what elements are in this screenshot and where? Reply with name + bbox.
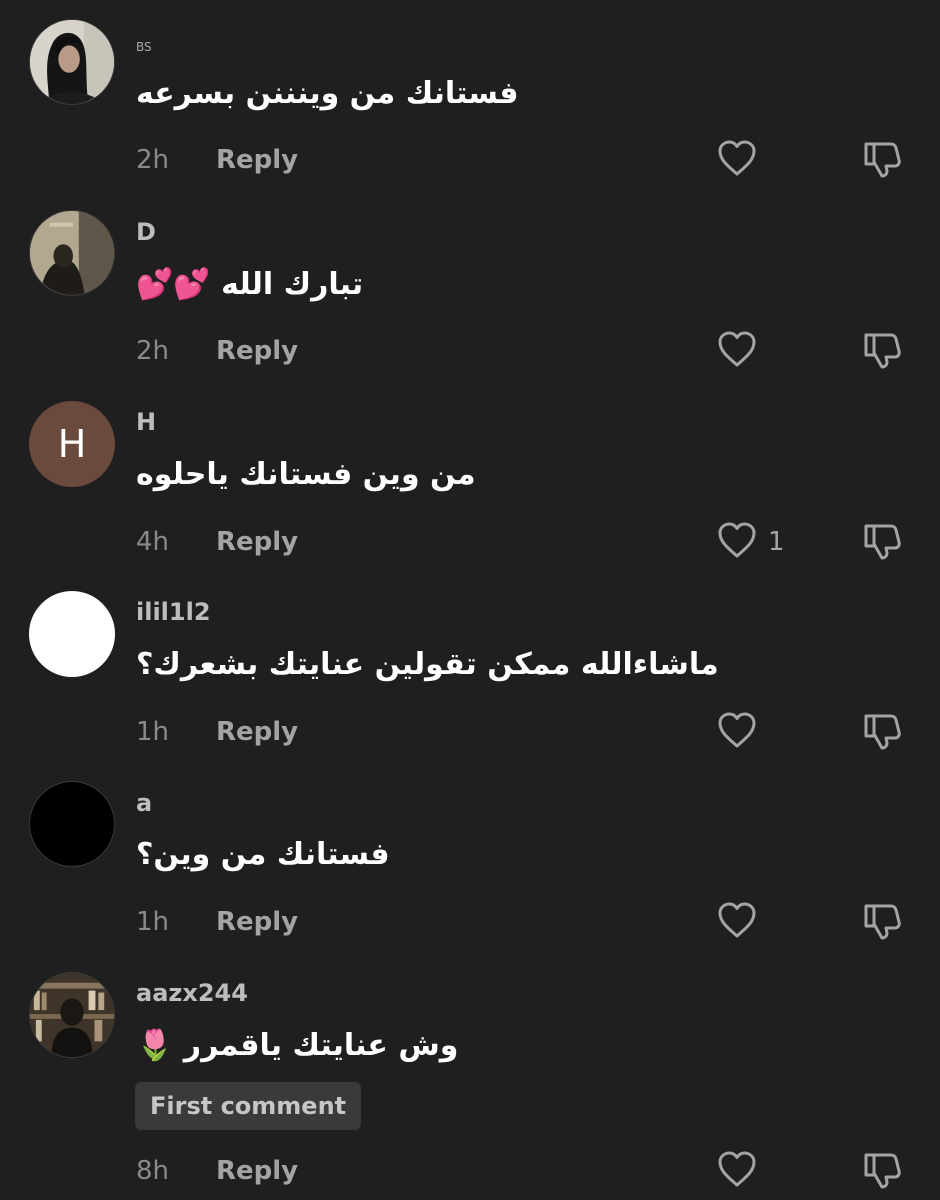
- reply-button[interactable]: Reply: [216, 526, 298, 558]
- comment-username[interactable]: D: [136, 218, 156, 246]
- comment-text: وش عنايتك ياقمرر 🌷: [136, 1028, 459, 1063]
- comment-text: تبارك الله 💕💕: [136, 267, 364, 302]
- heart-outline-icon: [716, 138, 758, 182]
- dislike-button[interactable]: [860, 520, 904, 564]
- like-count: 1: [768, 527, 785, 557]
- heart-outline-icon: [716, 1149, 758, 1193]
- heart-outline-icon: [716, 329, 758, 373]
- avatar[interactable]: [29, 972, 115, 1058]
- avatar[interactable]: [29, 781, 115, 867]
- thumbs-down-outline-icon: [860, 142, 904, 186]
- comment-text: ماشاءالله ممكن تقولين عنايتك بشعرك؟: [136, 647, 719, 682]
- dislike-button[interactable]: [860, 710, 904, 754]
- comment-time: 2h: [136, 336, 170, 366]
- comment-time: 1h: [136, 907, 170, 937]
- reply-button[interactable]: Reply: [216, 906, 298, 938]
- first-comment-badge: First comment: [135, 1082, 362, 1130]
- like-button[interactable]: [716, 900, 768, 944]
- dislike-button[interactable]: [860, 900, 904, 944]
- comment-time: 1h: [136, 717, 170, 747]
- avatar-photo: [30, 973, 114, 1057]
- avatar[interactable]: H: [29, 401, 115, 487]
- thumbs-down-outline-icon: [860, 524, 904, 568]
- like-button[interactable]: [716, 138, 768, 182]
- dislike-button[interactable]: [860, 138, 904, 182]
- avatar[interactable]: [29, 19, 115, 105]
- comment-text: فستانك من وينننن بسرعه: [136, 76, 519, 111]
- reply-button[interactable]: Reply: [216, 144, 298, 176]
- comment-text: فستانك من وين؟: [136, 837, 390, 872]
- thumbs-down-outline-icon: [860, 904, 904, 948]
- comment-username[interactable]: ilil1l2: [136, 598, 211, 626]
- comment-text: من وين فستانك ياحلوه: [136, 457, 476, 492]
- comment-time: 2h: [136, 145, 170, 175]
- like-button[interactable]: 1: [716, 520, 785, 564]
- reply-button[interactable]: Reply: [216, 335, 298, 367]
- reply-button[interactable]: Reply: [216, 716, 298, 748]
- heart-outline-icon: [716, 900, 758, 944]
- thumbs-down-outline-icon: [860, 714, 904, 758]
- heart-outline-icon: [716, 520, 758, 564]
- comment-username[interactable]: aazx244: [136, 979, 248, 1007]
- comment-time: 8h: [136, 1156, 170, 1186]
- thumbs-down-outline-icon: [860, 333, 904, 377]
- comment-time: 4h: [136, 527, 170, 557]
- thumbs-down-outline-icon: [860, 1153, 904, 1197]
- reply-button[interactable]: Reply: [216, 1155, 298, 1187]
- comment-username[interactable]: BS: [136, 33, 152, 61]
- avatar-photo: [30, 211, 114, 295]
- avatar[interactable]: [29, 210, 115, 296]
- comment-username[interactable]: a: [136, 789, 152, 817]
- avatar[interactable]: [29, 591, 115, 677]
- like-button[interactable]: [716, 1149, 768, 1193]
- avatar-letter: H: [57, 422, 87, 466]
- avatar-photo: [30, 20, 114, 104]
- like-button[interactable]: [716, 329, 768, 373]
- like-button[interactable]: [716, 710, 768, 754]
- dislike-button[interactable]: [860, 1149, 904, 1193]
- dislike-button[interactable]: [860, 329, 904, 373]
- comment-username[interactable]: H: [136, 408, 156, 436]
- heart-outline-icon: [716, 710, 758, 754]
